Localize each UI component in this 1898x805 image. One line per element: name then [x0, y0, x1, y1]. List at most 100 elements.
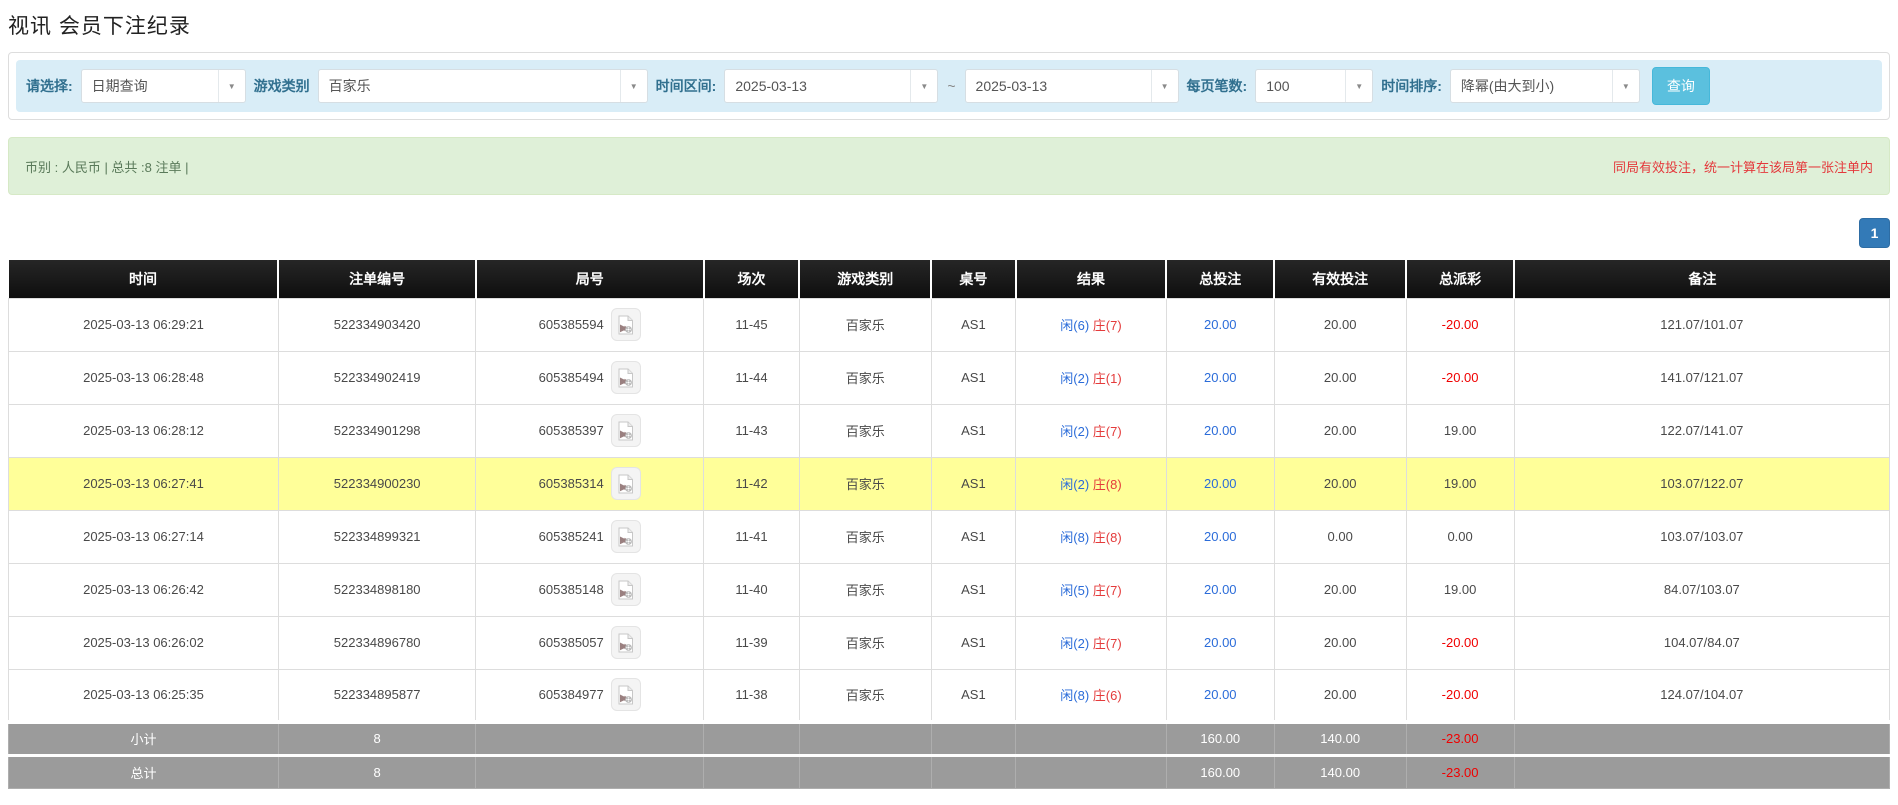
- video-replay-button[interactable]: [611, 678, 641, 711]
- cell-round: 605385314: [476, 457, 704, 510]
- cell-time: 2025-03-13 06:29:21: [9, 298, 279, 351]
- cell-game: 百家乐: [799, 351, 931, 404]
- total-bet-link[interactable]: 20.00: [1204, 370, 1237, 385]
- cell-time: 2025-03-13 06:28:48: [9, 351, 279, 404]
- total-bet-link[interactable]: 20.00: [1204, 687, 1237, 702]
- page-button-1[interactable]: 1: [1859, 218, 1890, 248]
- cell-result: 闲(2) 庄(7): [1016, 616, 1166, 669]
- video-replay-button[interactable]: [611, 626, 641, 659]
- round-number: 605385241: [539, 529, 604, 544]
- search-button[interactable]: 查询: [1652, 67, 1710, 105]
- result-player: 闲(2): [1060, 636, 1089, 651]
- footer-label: 总计: [9, 755, 279, 788]
- video-replay-button[interactable]: [611, 520, 641, 553]
- table-row: 2025-03-13 06:29:21522334903420605385594…: [9, 298, 1890, 351]
- pagination: 1: [8, 218, 1890, 248]
- video-file-icon: [617, 368, 634, 388]
- summary-bar: 币别 : 人民币 | 总共 :8 注单 | 同局有效投注，统一计算在该局第一张注…: [8, 137, 1890, 195]
- date-from-select[interactable]: 2025-03-13 ▼: [724, 69, 938, 103]
- total-bet-link[interactable]: 20.00: [1204, 476, 1237, 491]
- round-number: 605385148: [539, 582, 604, 597]
- cell-time: 2025-03-13 06:26:02: [9, 616, 279, 669]
- page-title: 视讯 会员下注纪录: [8, 10, 1890, 40]
- total-bet-link[interactable]: 20.00: [1204, 582, 1237, 597]
- footer-total-bet: 160.00: [1166, 755, 1274, 788]
- cell-valid-bet: 20.00: [1274, 298, 1406, 351]
- cell-total-bet: 20.00: [1166, 457, 1274, 510]
- footer-payout: -23.00: [1406, 755, 1514, 788]
- date-range-separator: ~: [946, 78, 956, 94]
- cell-total-bet: 20.00: [1166, 616, 1274, 669]
- video-file-icon: [617, 527, 634, 547]
- total-bet-link[interactable]: 20.00: [1204, 317, 1237, 332]
- result-banker: 庄(7): [1093, 583, 1122, 598]
- table-row: 2025-03-13 06:27:14522334899321605385241…: [9, 510, 1890, 563]
- page-size-value: 100: [1256, 78, 1345, 94]
- cell-note: 121.07/101.07: [1514, 298, 1889, 351]
- page-container: 视讯 会员下注纪录 请选择: 日期查询 ▼ 游戏类别 百家乐 ▼ 时间区间: 2…: [0, 10, 1898, 789]
- cell-valid-bet: 0.00: [1274, 510, 1406, 563]
- cell-table: AS1: [931, 351, 1016, 404]
- cell-round: 605385494: [476, 351, 704, 404]
- col-note: 备注: [1514, 260, 1889, 298]
- cell-valid-bet: 20.00: [1274, 457, 1406, 510]
- summary-note-text: 同局有效投注，统一计算在该局第一张注单内: [1613, 157, 1873, 176]
- result-banker: 庄(8): [1093, 477, 1122, 492]
- total-bet-link[interactable]: 20.00: [1204, 423, 1237, 438]
- footer-empty-cell: [931, 755, 1016, 788]
- cell-total-bet: 20.00: [1166, 510, 1274, 563]
- chevron-down-icon: ▼: [218, 70, 245, 102]
- cell-total-bet: 20.00: [1166, 351, 1274, 404]
- cell-total-bet: 20.00: [1166, 563, 1274, 616]
- cell-table: AS1: [931, 404, 1016, 457]
- cell-session: 11-41: [704, 510, 800, 563]
- cell-session: 11-43: [704, 404, 800, 457]
- cell-session: 11-42: [704, 457, 800, 510]
- video-replay-button[interactable]: [611, 361, 641, 394]
- cell-round: 605385241: [476, 510, 704, 563]
- footer-empty-cell: [1514, 722, 1889, 755]
- cell-round: 605385594: [476, 298, 704, 351]
- col-bet-id: 注单编号: [278, 260, 476, 298]
- round-number: 605385057: [539, 635, 604, 650]
- cell-result: 闲(2) 庄(8): [1016, 457, 1166, 510]
- cell-game: 百家乐: [799, 457, 931, 510]
- cell-session: 11-39: [704, 616, 800, 669]
- footer-empty-cell: [704, 722, 800, 755]
- footer-empty-cell: [1016, 722, 1166, 755]
- round-number: 605385397: [539, 423, 604, 438]
- result-player: 闲(2): [1060, 371, 1089, 386]
- video-file-icon: [617, 580, 634, 600]
- time-sort-label: 时间排序:: [1381, 76, 1442, 96]
- video-replay-button[interactable]: [611, 414, 641, 447]
- footer-empty-cell: [476, 755, 704, 788]
- cell-game: 百家乐: [799, 404, 931, 457]
- col-total-bet: 总投注: [1166, 260, 1274, 298]
- page-size-select[interactable]: 100 ▼: [1255, 69, 1373, 103]
- query-type-label: 请选择:: [26, 76, 73, 96]
- result-player: 闲(8): [1060, 688, 1089, 703]
- game-category-value: 百家乐: [319, 76, 620, 96]
- table-row: 2025-03-13 06:28:12522334901298605385397…: [9, 404, 1890, 457]
- col-payout: 总派彩: [1406, 260, 1514, 298]
- video-replay-button[interactable]: [611, 467, 641, 500]
- filter-bar: 请选择: 日期查询 ▼ 游戏类别 百家乐 ▼ 时间区间: 2025-03-13 …: [16, 60, 1882, 112]
- time-sort-select[interactable]: 降幂(由大到小) ▼: [1450, 69, 1640, 103]
- query-type-select[interactable]: 日期查询 ▼: [81, 69, 246, 103]
- round-number: 605385594: [539, 317, 604, 332]
- game-category-select[interactable]: 百家乐 ▼: [318, 69, 648, 103]
- footer-empty-cell: [1514, 755, 1889, 788]
- col-time: 时间: [9, 260, 279, 298]
- cell-payout: 19.00: [1406, 457, 1514, 510]
- table-row: 2025-03-13 06:27:41522334900230605385314…: [9, 457, 1890, 510]
- video-replay-button[interactable]: [611, 308, 641, 341]
- result-player: 闲(8): [1060, 530, 1089, 545]
- cell-valid-bet: 20.00: [1274, 351, 1406, 404]
- grandtotal-row: 总计8160.00140.00-23.00: [9, 755, 1890, 788]
- date-to-select[interactable]: 2025-03-13 ▼: [965, 69, 1179, 103]
- video-replay-button[interactable]: [611, 573, 641, 606]
- total-bet-link[interactable]: 20.00: [1204, 635, 1237, 650]
- total-bet-link[interactable]: 20.00: [1204, 529, 1237, 544]
- result-player: 闲(6): [1060, 318, 1089, 333]
- footer-empty-cell: [931, 722, 1016, 755]
